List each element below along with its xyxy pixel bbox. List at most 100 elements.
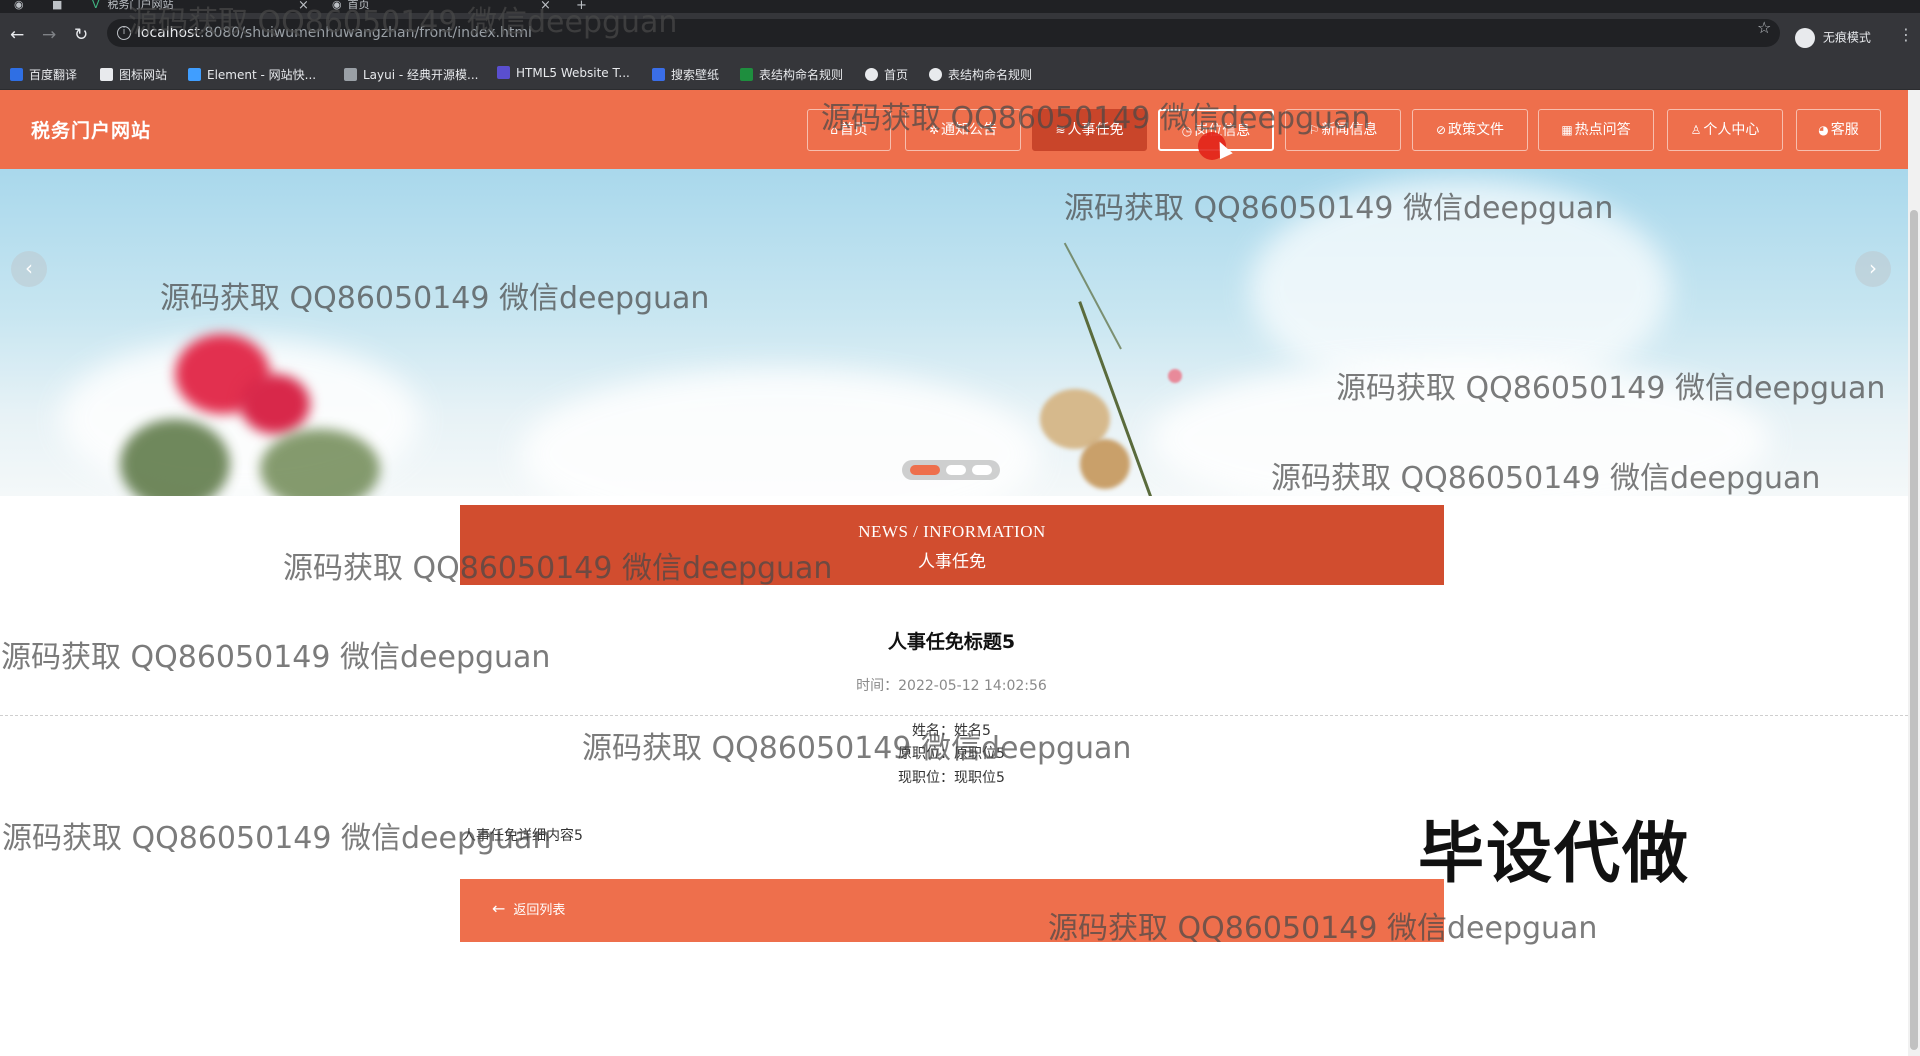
bookmark-item[interactable]: 搜索壁纸	[652, 66, 719, 83]
field-current-position: 现职位：现职位5	[0, 767, 1903, 787]
time-value: 2022-05-12 14:02:56	[898, 678, 1047, 694]
carousel-dot-2[interactable]	[946, 465, 966, 475]
nav-profile-label: 个人中心	[1703, 122, 1760, 138]
incognito-icon	[1795, 28, 1815, 48]
field-value: 姓名5	[954, 723, 991, 739]
sheet-icon	[740, 68, 753, 81]
field-label: 现职位：	[898, 770, 955, 786]
user-icon: ♙	[1690, 123, 1702, 137]
carousel-indicators	[902, 460, 1000, 480]
nav-faq[interactable]: ▦ 热点问答	[1538, 109, 1654, 151]
window-icon: ■	[52, 0, 63, 11]
url-path: :8080/shuiwumenhuwangzhan/front/index.ht…	[199, 25, 532, 41]
field-name: 姓名：姓名5	[0, 720, 1903, 740]
nav-profile[interactable]: ♙ 个人中心	[1667, 109, 1783, 151]
nav-notices[interactable]: ✲ 通知公告	[905, 109, 1021, 151]
nav-policies[interactable]: ⊘ 政策文件	[1412, 109, 1528, 151]
translate-icon	[10, 68, 23, 81]
globe-icon	[929, 68, 942, 81]
bookmark-item[interactable]: 表结构命名规则	[740, 66, 843, 83]
nav-news[interactable]: ⚐ 新闻信息	[1285, 109, 1401, 151]
field-value: 原职位5	[954, 746, 1005, 762]
bookmark-label: 图标网站	[119, 68, 168, 82]
nav-home[interactable]: ⌂ 首页	[807, 109, 891, 151]
browser-menu-icon[interactable]: ◉	[14, 0, 24, 13]
nav-notices-label: 通知公告	[941, 122, 998, 138]
nav-news-label: 新闻信息	[1321, 122, 1378, 138]
site-header: 税务门户网站 ⌂ 首页 ✲ 通知公告 ≋ 人事任免 ◷ 岗位信息 ⚐ 新闻信息 ⊘ 政策文件…	[0, 90, 1908, 169]
bookmark-item[interactable]: Element - 网站快...	[188, 66, 316, 83]
address-bar-row: ← → ↻ i localhost:8080/shuiwumenhuwangzh…	[0, 13, 1920, 57]
section-title-en: NEWS / INFORMATION	[858, 522, 1046, 541]
nav-home-label: 首页	[839, 122, 868, 138]
bookmark-label: HTML5 Website T...	[516, 66, 630, 80]
close-tab-1-icon[interactable]: ×	[298, 0, 309, 13]
back-arrow-icon[interactable]: ←	[10, 27, 24, 44]
home-icon: ⌂	[830, 123, 838, 137]
vue-icon: V	[92, 0, 100, 11]
bookmark-item[interactable]: HTML5 Website T...	[497, 66, 630, 80]
bookmark-item[interactable]: 表结构命名规则	[929, 66, 1032, 83]
banner-carousel: ‹ ›	[0, 169, 1908, 496]
carousel-dot-3[interactable]	[972, 465, 992, 475]
browser-tab-1[interactable]: V 税务门户网站	[92, 0, 312, 13]
grid-icon: ▦	[1561, 123, 1573, 137]
carousel-dot-1[interactable]	[910, 465, 940, 475]
bookmark-label: 搜索壁纸	[671, 68, 720, 82]
flag-icon: ⚐	[1308, 123, 1320, 137]
bookmark-item[interactable]: Layui - 经典开源模...	[344, 66, 478, 83]
section-header: NEWS / INFORMATION 人事任免	[460, 505, 1444, 585]
nav-faq-label: 热点问答	[1574, 122, 1631, 138]
bookmark-item[interactable]: 百度翻译	[10, 66, 77, 83]
site-title[interactable]: 税务门户网站	[31, 116, 151, 143]
close-tab-2-icon[interactable]: ×	[540, 0, 551, 13]
nav-service[interactable]: ◕ 客服	[1796, 109, 1881, 151]
bookmark-label: Layui - 经典开源模...	[363, 68, 479, 82]
back-bar: ← 返回列表	[460, 879, 1444, 942]
scrollbar-thumb[interactable]	[1910, 210, 1918, 1050]
nav-personnel[interactable]: ≋ 人事任免	[1032, 109, 1147, 151]
flag-icon	[100, 68, 113, 81]
divider	[0, 715, 1908, 716]
element-icon	[188, 68, 201, 81]
bookmark-item[interactable]: 图标网站	[100, 66, 167, 83]
url-field[interactable]: i localhost:8080/shuiwumenhuwangzhan/fro…	[107, 19, 1780, 47]
globe-icon	[865, 68, 878, 81]
reload-icon[interactable]: ↻	[74, 27, 88, 44]
incognito-indicator[interactable]: 无痕模式	[1795, 28, 1871, 48]
field-value: 现职位5	[954, 770, 1005, 786]
notice-icon: ✲	[928, 123, 940, 137]
time-label: 时间：	[856, 678, 899, 694]
site-info-icon[interactable]: i	[117, 26, 131, 40]
bookmark-item[interactable]: 首页	[865, 66, 908, 83]
page-scrollbar[interactable]	[1908, 90, 1920, 1056]
html5-icon	[497, 66, 510, 79]
nav-service-label: 客服	[1830, 122, 1859, 138]
incognito-label: 无痕模式	[1822, 30, 1871, 45]
bookmarks-bar: 百度翻译 图标网站 Element - 网站快... Layui - 经典开源模…	[0, 57, 1920, 90]
nav-personnel-label: 人事任免	[1067, 122, 1124, 138]
layui-icon	[344, 68, 357, 81]
section-title-cn: 人事任免	[918, 552, 986, 572]
bookmark-star-icon[interactable]: ☆	[1757, 18, 1771, 37]
detail-content: 人事任免详细内容5	[462, 828, 583, 844]
nav-policies-label: 政策文件	[1448, 122, 1505, 138]
field-original-position: 原职位：原职位5	[0, 743, 1903, 763]
carousel-next-icon[interactable]: ›	[1855, 251, 1891, 287]
new-tab-button[interactable]: +	[576, 0, 587, 13]
browser-menu-dots-icon[interactable]: ⋮	[1898, 25, 1914, 44]
banner-flower	[240, 374, 310, 434]
carousel-prev-icon[interactable]: ‹	[11, 251, 47, 287]
overlay-ad-text: 毕设代做	[1418, 815, 1690, 892]
service-icon: ◕	[1818, 123, 1829, 137]
back-to-list-button[interactable]: ← 返回列表	[492, 899, 565, 918]
banner-dried-flower	[1080, 439, 1130, 489]
info-icon: ◷	[1181, 124, 1193, 138]
layers-icon: ≋	[1055, 123, 1066, 137]
forward-arrow-icon[interactable]: →	[42, 27, 56, 44]
browser-tab-2-title: 首页	[347, 0, 370, 11]
browser-tab-2[interactable]: ◉ 首页	[332, 0, 552, 13]
bookmark-label: 首页	[884, 68, 909, 82]
banner-dried-flower	[1168, 369, 1182, 383]
back-to-list-label: 返回列表	[513, 903, 566, 918]
